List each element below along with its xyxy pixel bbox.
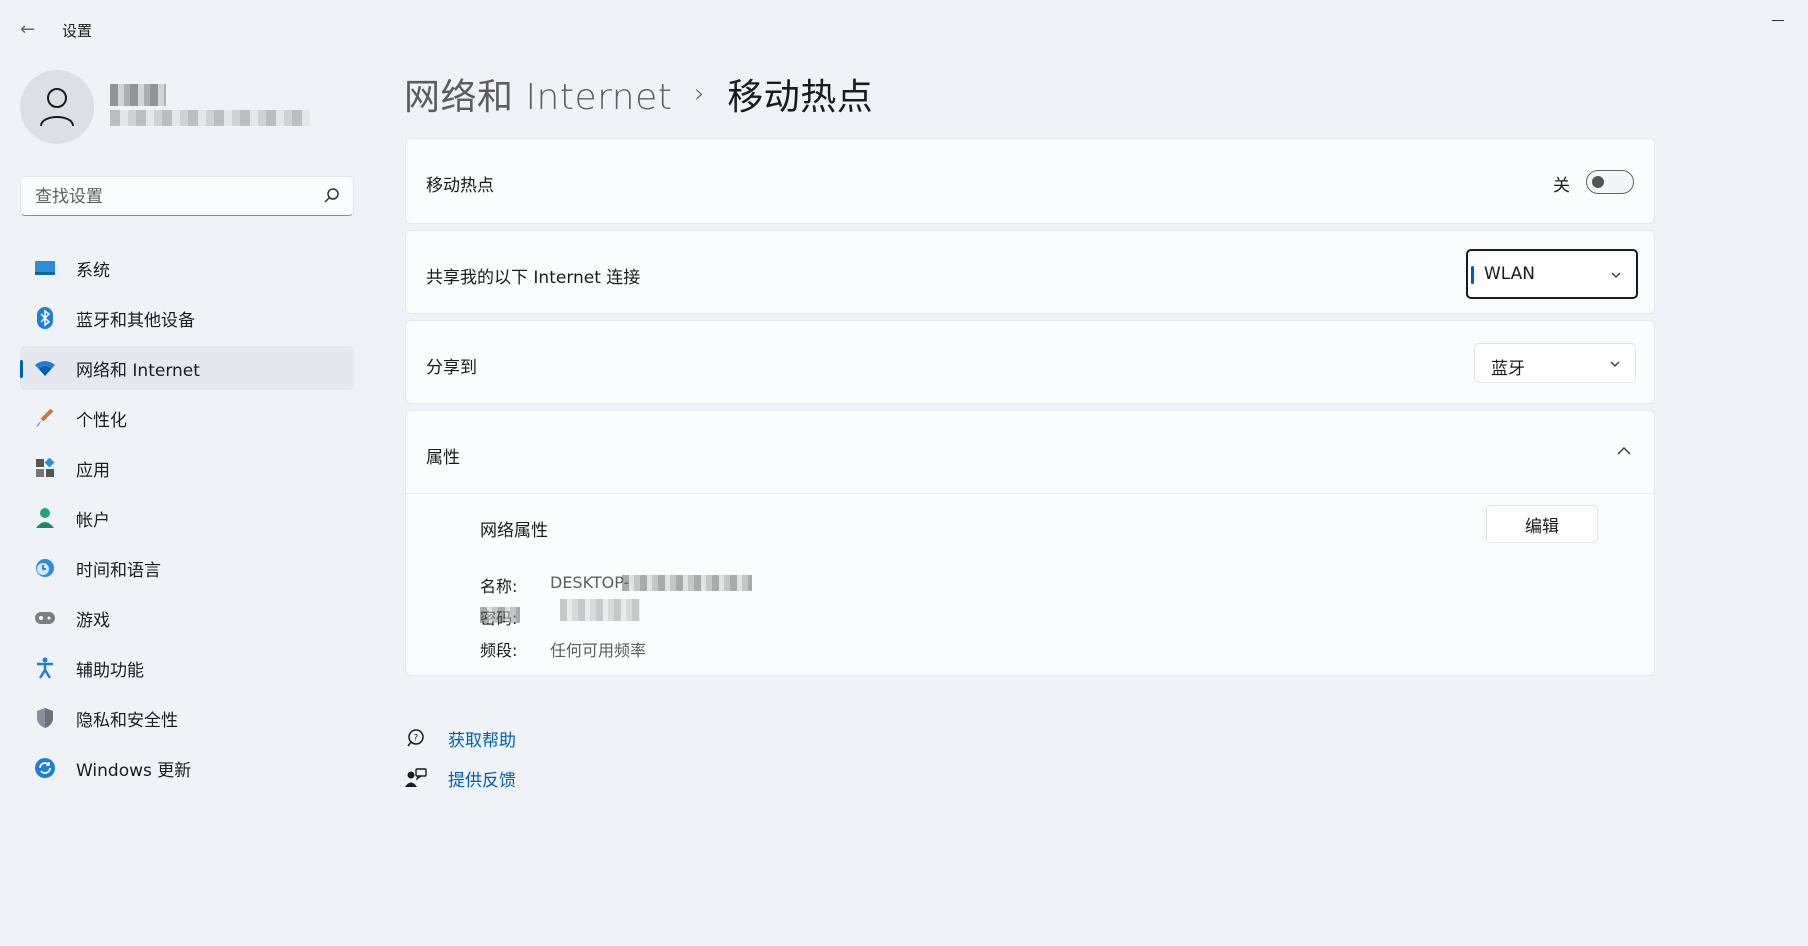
gamepad-icon bbox=[34, 607, 56, 629]
hotspot-toggle[interactable] bbox=[1586, 170, 1634, 194]
share-from-value: WLAN bbox=[1484, 264, 1536, 284]
sidebar-item-label: 帐户 bbox=[76, 510, 110, 531]
properties-header[interactable]: 属性 bbox=[406, 411, 1654, 493]
help-links: ? 获取帮助 提供反馈 bbox=[404, 718, 516, 798]
sidebar-item-label: 隐私和安全性 bbox=[76, 710, 178, 731]
property-row-name: 名称: DESKTOP- bbox=[480, 573, 629, 597]
wifi-icon bbox=[34, 357, 56, 379]
redacted-key bbox=[480, 607, 520, 623]
sidebar-item-time-language[interactable]: 时间和语言 bbox=[20, 546, 354, 590]
brush-icon bbox=[34, 407, 56, 429]
edit-button[interactable]: 编辑 bbox=[1486, 505, 1598, 543]
network-properties-title: 网络属性 bbox=[480, 521, 548, 541]
chevron-down-icon bbox=[1611, 272, 1621, 278]
toggle-knob bbox=[1592, 176, 1604, 188]
profile-email-redacted bbox=[110, 110, 310, 126]
hotspot-card: 移动热点 关 bbox=[405, 138, 1655, 224]
property-value: DESKTOP- bbox=[550, 573, 630, 592]
user-icon bbox=[40, 88, 74, 127]
breadcrumb-separator: › bbox=[694, 79, 706, 109]
sidebar-item-accounts[interactable]: 帐户 bbox=[20, 496, 354, 540]
page-title: 移动热点 bbox=[727, 77, 874, 118]
help-chat-icon: ? bbox=[407, 729, 424, 747]
sidebar-item-label: 网络和 Internet bbox=[76, 360, 200, 381]
sidebar-item-label: 时间和语言 bbox=[76, 560, 161, 581]
back-arrow-icon[interactable]: ← bbox=[20, 18, 44, 42]
chevron-up-icon[interactable] bbox=[1616, 445, 1632, 457]
sidebar-item-network[interactable]: 网络和 Internet bbox=[20, 346, 354, 390]
get-help-row: ? 获取帮助 bbox=[404, 718, 516, 758]
search-input[interactable] bbox=[33, 185, 317, 209]
account-icon bbox=[34, 507, 56, 529]
svg-text:?: ? bbox=[414, 734, 419, 744]
feedback-icon bbox=[405, 768, 427, 787]
properties-card: 属性 网络属性 编辑 名称: DESKTOP- 密码: 频段: 任何可用频率 bbox=[405, 410, 1655, 676]
share-from-select[interactable]: WLAN bbox=[1466, 249, 1638, 299]
divider bbox=[406, 493, 1654, 494]
property-value: 任何可用频率 bbox=[550, 641, 647, 660]
update-icon bbox=[34, 757, 56, 779]
app-title: 设置 bbox=[62, 22, 93, 40]
property-key: 名称: bbox=[480, 577, 518, 596]
share-to-label: 分享到 bbox=[426, 358, 477, 378]
sidebar-item-label: 蓝牙和其他设备 bbox=[76, 310, 195, 331]
focus-indicator bbox=[1471, 266, 1474, 284]
share-to-value: 蓝牙 bbox=[1491, 359, 1525, 379]
hotspot-state-text: 关 bbox=[1553, 176, 1570, 196]
sidebar-item-label: 应用 bbox=[76, 460, 110, 481]
property-row-band: 频段: 任何可用频率 bbox=[480, 637, 646, 661]
search-icon[interactable] bbox=[323, 187, 341, 205]
system-icon bbox=[34, 257, 56, 279]
search-box bbox=[20, 176, 354, 216]
share-from-label: 共享我的以下 Internet 连接 bbox=[426, 268, 641, 288]
breadcrumb-parent[interactable]: 网络和 Internet bbox=[404, 68, 672, 120]
active-indicator bbox=[20, 360, 23, 378]
avatar[interactable] bbox=[20, 70, 94, 144]
breadcrumb: 网络和 Internet › 移动热点 bbox=[404, 68, 873, 120]
sidebar-item-label: 游戏 bbox=[76, 610, 110, 631]
redacted-password bbox=[560, 599, 640, 621]
properties-label: 属性 bbox=[426, 448, 460, 468]
sidebar-item-accessibility[interactable]: 辅助功能 bbox=[20, 646, 354, 690]
sidebar-item-windows-update[interactable]: Windows 更新 bbox=[20, 746, 354, 790]
share-to-card: 分享到 蓝牙 bbox=[405, 320, 1655, 404]
profile-name-redacted bbox=[110, 84, 166, 106]
apps-icon bbox=[34, 457, 56, 479]
redacted-name bbox=[622, 575, 752, 591]
feedback-link[interactable]: 提供反馈 bbox=[448, 766, 516, 791]
sidebar-item-apps[interactable]: 应用 bbox=[20, 446, 354, 490]
get-help-link[interactable]: 获取帮助 bbox=[448, 726, 516, 751]
hotspot-label: 移动热点 bbox=[426, 176, 494, 196]
sidebar-item-personalization[interactable]: 个性化 bbox=[20, 396, 354, 440]
shield-icon bbox=[34, 707, 56, 729]
minimize-button[interactable] bbox=[1768, 10, 1794, 30]
property-key: 频段: bbox=[480, 641, 518, 660]
chevron-down-icon bbox=[1610, 361, 1620, 367]
share-to-select[interactable]: 蓝牙 bbox=[1474, 343, 1636, 383]
sidebar-item-privacy[interactable]: 隐私和安全性 bbox=[20, 696, 354, 740]
sidebar-item-label: 辅助功能 bbox=[76, 660, 144, 681]
clock-globe-icon bbox=[34, 557, 56, 579]
sidebar-item-label: Windows 更新 bbox=[76, 760, 192, 781]
share-from-card: 共享我的以下 Internet 连接 WLAN bbox=[405, 230, 1655, 314]
sidebar-item-label: 个性化 bbox=[76, 410, 127, 431]
sidebar-item-bluetooth[interactable]: 蓝牙和其他设备 bbox=[20, 296, 354, 340]
sidebar-item-label: 系统 bbox=[76, 260, 110, 281]
bluetooth-icon bbox=[34, 307, 56, 329]
accessibility-icon bbox=[34, 657, 56, 679]
feedback-row: 提供反馈 bbox=[404, 758, 516, 798]
sidebar-item-gaming[interactable]: 游戏 bbox=[20, 596, 354, 640]
sidebar-nav: 系统 蓝牙和其他设备 网络和 Internet 个性化 应用 帐户 时间和语言 … bbox=[20, 246, 354, 796]
sidebar-item-system[interactable]: 系统 bbox=[20, 246, 354, 290]
